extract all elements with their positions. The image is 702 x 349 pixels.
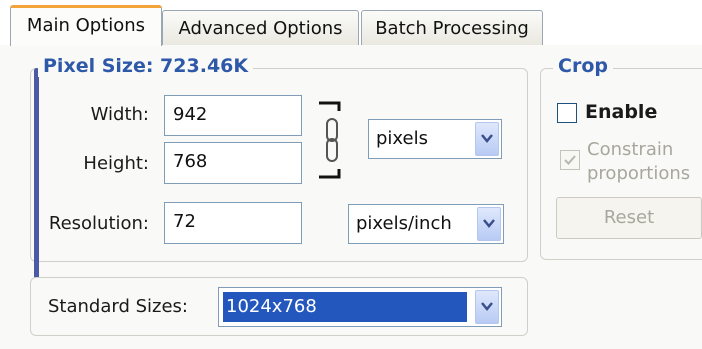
chevron-down-icon bbox=[481, 302, 493, 311]
standard-sizes-dropdown-button[interactable] bbox=[475, 290, 499, 324]
chevron-down-icon bbox=[483, 219, 495, 228]
tab-advanced-options-label: Advanced Options bbox=[178, 18, 343, 39]
standard-sizes-value: 1024x768 bbox=[223, 292, 467, 322]
resolution-input[interactable]: 72 bbox=[164, 202, 302, 244]
crop-legend: Crop bbox=[553, 55, 613, 77]
tab-main-options[interactable]: Main Options bbox=[10, 5, 162, 46]
tab-batch-processing-label: Batch Processing bbox=[375, 18, 529, 39]
resolution-unit-select[interactable]: pixels/inch bbox=[348, 204, 504, 244]
pixel-size-legend: Pixel Size: 723.46K bbox=[38, 55, 254, 77]
tab-main-options-label: Main Options bbox=[26, 15, 146, 36]
width-input[interactable]: 942 bbox=[164, 95, 302, 136]
constrain-proportions-checkbox[interactable] bbox=[560, 150, 580, 170]
constrain-label-line1: Constrain bbox=[587, 139, 674, 160]
main-options-panel: Pixel Size: 723.46K Width: 942 Height: 7… bbox=[0, 45, 702, 349]
size-unit-dropdown-button[interactable] bbox=[475, 122, 499, 156]
size-unit-select[interactable]: pixels bbox=[368, 119, 502, 159]
height-label: Height: bbox=[83, 153, 149, 174]
height-input[interactable]: 768 bbox=[164, 142, 302, 184]
constrain-label-line2: proportions bbox=[587, 163, 691, 184]
crop-enable-checkbox[interactable] bbox=[557, 103, 577, 123]
check-icon bbox=[564, 155, 576, 165]
crop-reset-button[interactable]: Reset bbox=[556, 197, 702, 239]
crop-enable-label: Enable bbox=[585, 101, 658, 123]
resolution-label: Resolution: bbox=[48, 213, 149, 234]
tab-batch-processing[interactable]: Batch Processing bbox=[361, 10, 543, 46]
resolution-unit-dropdown-button[interactable] bbox=[477, 207, 501, 241]
tab-advanced-options[interactable]: Advanced Options bbox=[162, 10, 359, 46]
standard-sizes-label: Standard Sizes: bbox=[48, 296, 189, 317]
resolution-unit-value: pixels/inch bbox=[356, 213, 452, 234]
standard-sizes-select[interactable]: 1024x768 bbox=[218, 287, 502, 327]
chain-link-icon[interactable] bbox=[313, 101, 343, 183]
width-label: Width: bbox=[90, 104, 149, 125]
chevron-down-icon bbox=[481, 134, 493, 143]
size-unit-value: pixels bbox=[376, 128, 428, 149]
constrain-proportions-label: Constrain proportions bbox=[587, 138, 690, 186]
